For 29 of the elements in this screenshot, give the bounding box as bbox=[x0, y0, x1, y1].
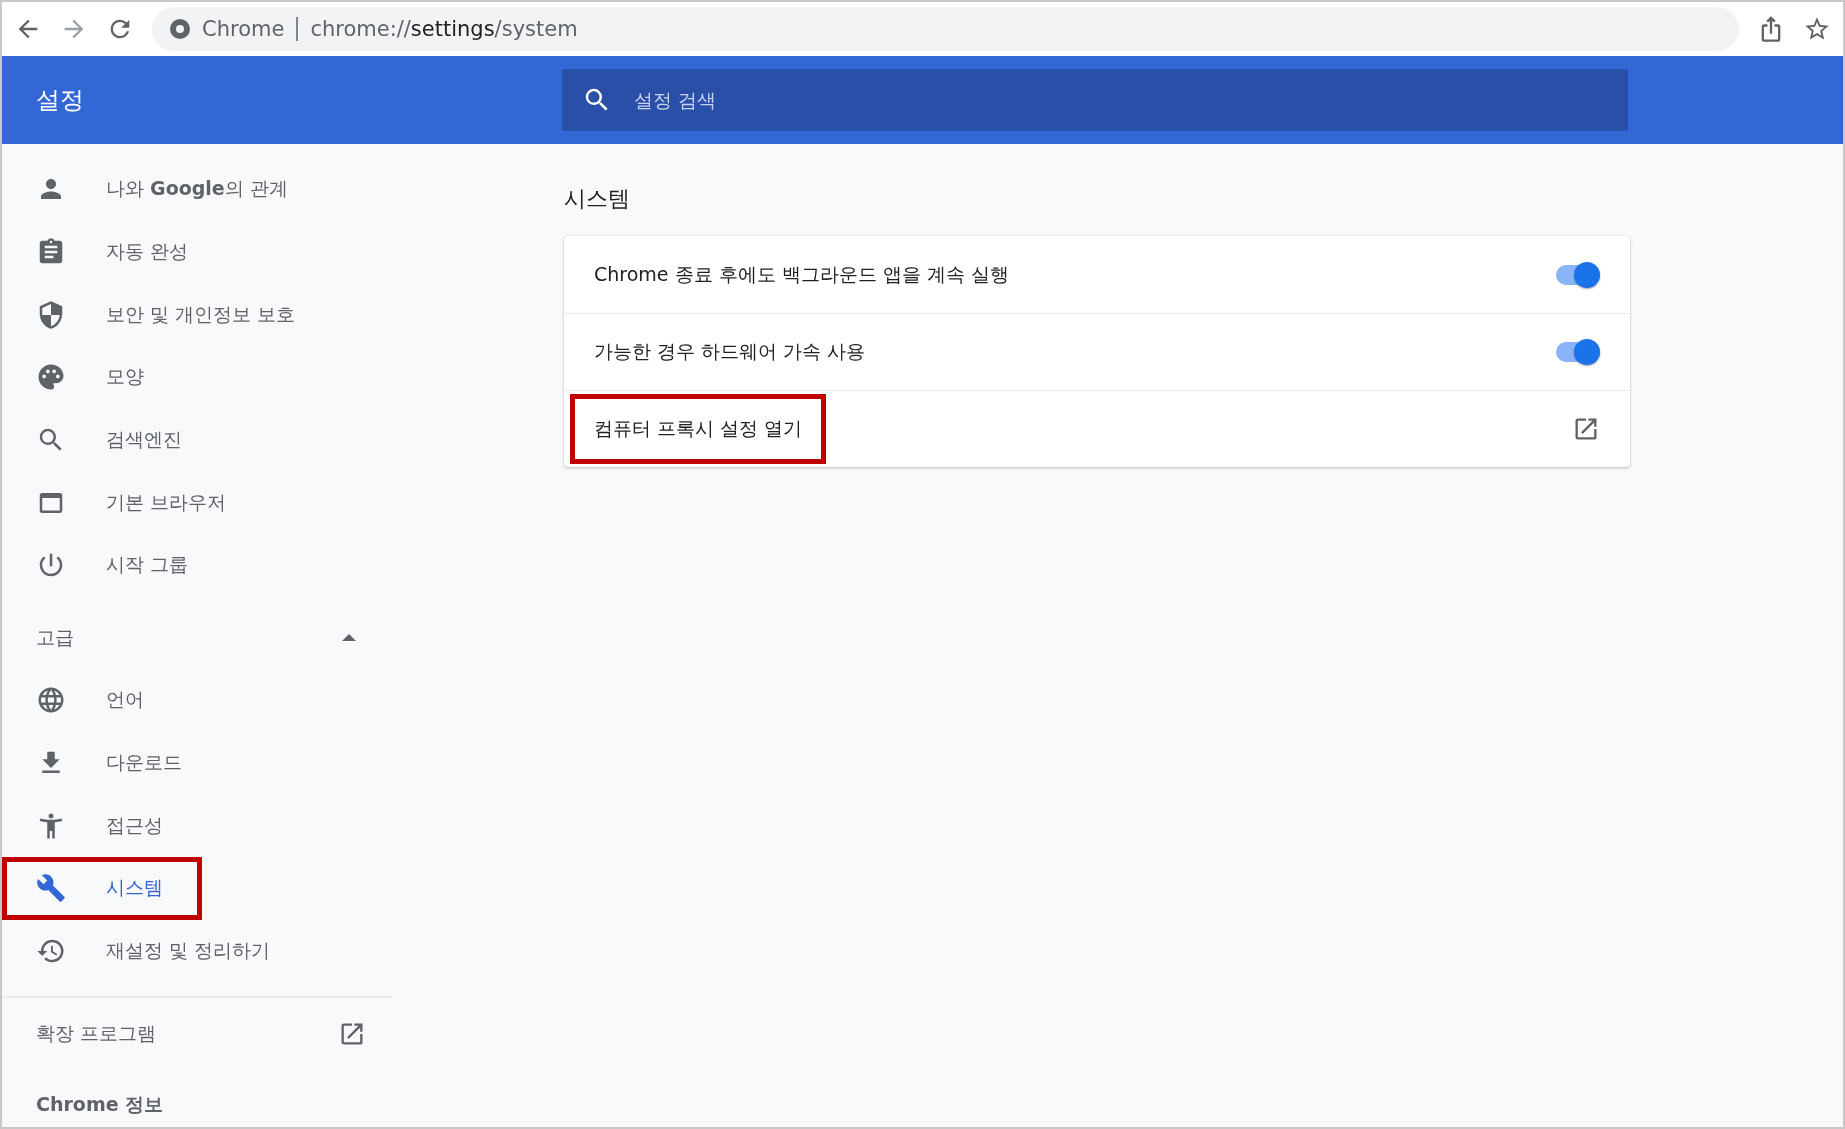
sidebar-item[interactable]: 시작 그룹 bbox=[2, 534, 392, 597]
sidebar-item[interactable]: 검색엔진 bbox=[2, 408, 392, 472]
sidebar-item[interactable]: 언어 bbox=[2, 668, 392, 732]
search-input[interactable]: 설정 검색 bbox=[632, 88, 1608, 112]
wrench-icon bbox=[36, 873, 66, 904]
sidebar-item[interactable]: 기본 브라우저 bbox=[2, 471, 392, 535]
section-title: 시스템 bbox=[564, 185, 631, 213]
sidebar-item[interactable]: 접근성 bbox=[2, 794, 392, 857]
setting-label: Chrome 종료 후에도 백그라운드 앱을 계속 실행 bbox=[593, 261, 1010, 287]
sidebar-item[interactable]: 보안 및 개인정보 보호 bbox=[2, 283, 392, 347]
address-bar[interactable]: Chrome chrome://settings/system bbox=[152, 7, 1739, 51]
sidebar-item[interactable]: 자동 완성 bbox=[2, 220, 392, 284]
search-field[interactable]: 설정 검색 bbox=[562, 69, 1628, 131]
about-chrome-link[interactable]: Chrome 정보 bbox=[2, 1092, 164, 1119]
toggle-switch[interactable] bbox=[1556, 342, 1600, 362]
advanced-toggle[interactable]: 고급 bbox=[2, 606, 392, 669]
site-label: Chrome bbox=[202, 17, 285, 41]
setting-label[interactable]: 컴퓨터 프록시 설정 열기 bbox=[570, 394, 827, 464]
sidebar-item[interactable]: 모양 bbox=[2, 346, 392, 409]
settings-title: 설정 bbox=[35, 85, 85, 116]
caret-icon bbox=[342, 634, 356, 642]
sidebar-item[interactable]: 나와 Google의 관계 bbox=[2, 158, 392, 221]
toggle-switch[interactable] bbox=[1556, 264, 1600, 285]
sidebar-item[interactable]: 다운로드 bbox=[2, 731, 392, 795]
url-text: chrome://settings/system bbox=[310, 17, 578, 41]
sidebar-item[interactable]: 시스템 bbox=[2, 856, 202, 920]
extensions-link[interactable]: 확장 프로그램 bbox=[2, 998, 392, 1071]
sidebar-item[interactable]: 재설정 및 정리하기 bbox=[2, 919, 392, 983]
setting-label: 가능한 경우 하드웨어 가속 사용 bbox=[593, 339, 867, 364]
